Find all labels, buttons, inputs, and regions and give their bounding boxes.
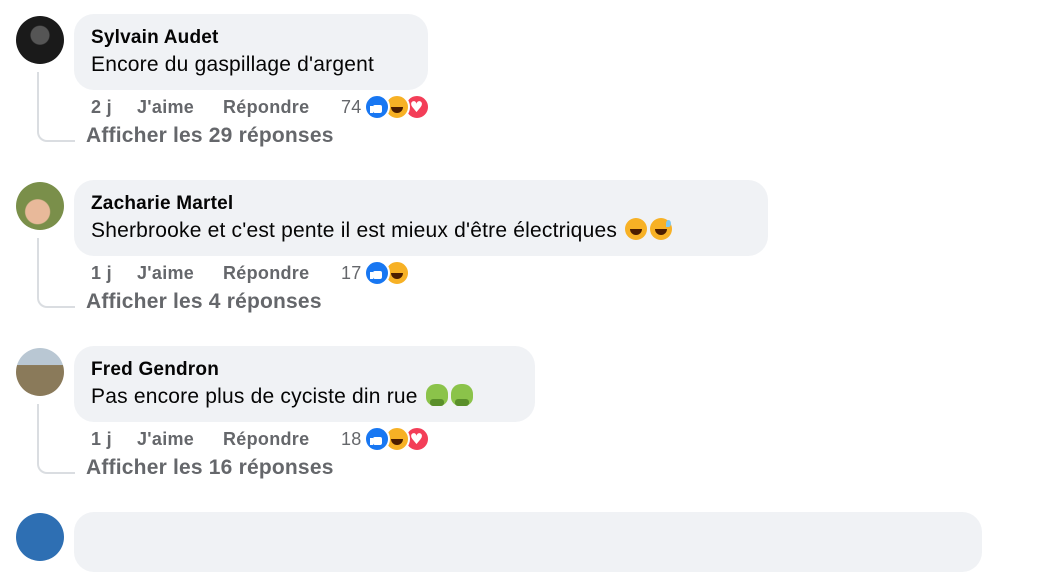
avatar[interactable]	[16, 16, 64, 64]
reaction-icons[interactable]	[363, 426, 430, 452]
comment-text: Pas encore plus de cyciste din rue	[91, 385, 418, 408]
comment-text-line: Sherbrooke et c'est pente il est mieux d…	[91, 216, 750, 246]
reaction-count[interactable]: 74	[341, 97, 362, 118]
view-replies-link[interactable]: Afficher les 16 réponses	[86, 456, 334, 480]
reaction-count[interactable]: 18	[341, 429, 362, 450]
like-button[interactable]: J'aime	[137, 429, 223, 450]
comment-actions: 2 j J'aime Répondre 74	[91, 92, 430, 122]
laughing-tears-emoji-icon	[625, 218, 648, 240]
comment-text: Encore du gaspillage d'argent	[91, 53, 375, 76]
reaction-count[interactable]: 17	[341, 263, 362, 284]
comment-bubble	[74, 512, 982, 572]
comment-actions: 1 j J'aime Répondre 17	[91, 258, 410, 288]
like-reaction-icon	[363, 260, 390, 286]
reply-button[interactable]: Répondre	[223, 97, 341, 118]
comment-bubble: Fred Gendron Pas encore plus de cyciste …	[74, 346, 535, 422]
avatar[interactable]	[16, 513, 64, 561]
thread-line	[37, 72, 75, 142]
comment-timestamp[interactable]: 1 j	[91, 429, 137, 450]
thread-line	[37, 238, 75, 308]
reaction-icons[interactable]	[363, 94, 430, 120]
nauseated-face-emoji-icon	[450, 384, 473, 406]
reply-button[interactable]: Répondre	[223, 429, 341, 450]
like-button[interactable]: J'aime	[137, 263, 223, 284]
reaction-icons[interactable]	[363, 260, 410, 286]
comment: Zacharie Martel Sherbrooke et c'est pent…	[0, 166, 1050, 332]
view-replies-link[interactable]: Afficher les 4 réponses	[86, 290, 322, 314]
view-replies-link[interactable]: Afficher les 29 réponses	[86, 124, 334, 148]
avatar[interactable]	[16, 348, 64, 396]
comment-author[interactable]: Zacharie Martel	[91, 192, 750, 216]
comment-author[interactable]: Sylvain Audet	[91, 26, 410, 50]
comment-timestamp[interactable]: 1 j	[91, 263, 137, 284]
like-button[interactable]: J'aime	[137, 97, 223, 118]
comment-actions: 1 j J'aime Répondre 18	[91, 424, 430, 454]
comment: Fred Gendron Pas encore plus de cyciste …	[0, 332, 1050, 498]
comment: Sylvain Audet Encore du gaspillage d'arg…	[0, 0, 1050, 166]
nauseated-face-emoji-icon	[425, 384, 448, 406]
thread-line	[37, 404, 75, 474]
avatar[interactable]	[16, 182, 64, 230]
comment-bubble: Zacharie Martel Sherbrooke et c'est pent…	[74, 180, 768, 256]
grinning-sweat-emoji-icon	[650, 218, 673, 240]
comment-bubble: Sylvain Audet Encore du gaspillage d'arg…	[74, 14, 428, 90]
like-reaction-icon	[363, 426, 390, 452]
comment-text-line: Pas encore plus de cyciste din rue	[91, 382, 517, 412]
comment-timestamp[interactable]: 2 j	[91, 97, 137, 118]
reply-button[interactable]: Répondre	[223, 263, 341, 284]
like-reaction-icon	[363, 94, 390, 120]
comment-author[interactable]: Fred Gendron	[91, 358, 517, 382]
comment-text: Sherbrooke et c'est pente il est mieux d…	[91, 219, 618, 242]
